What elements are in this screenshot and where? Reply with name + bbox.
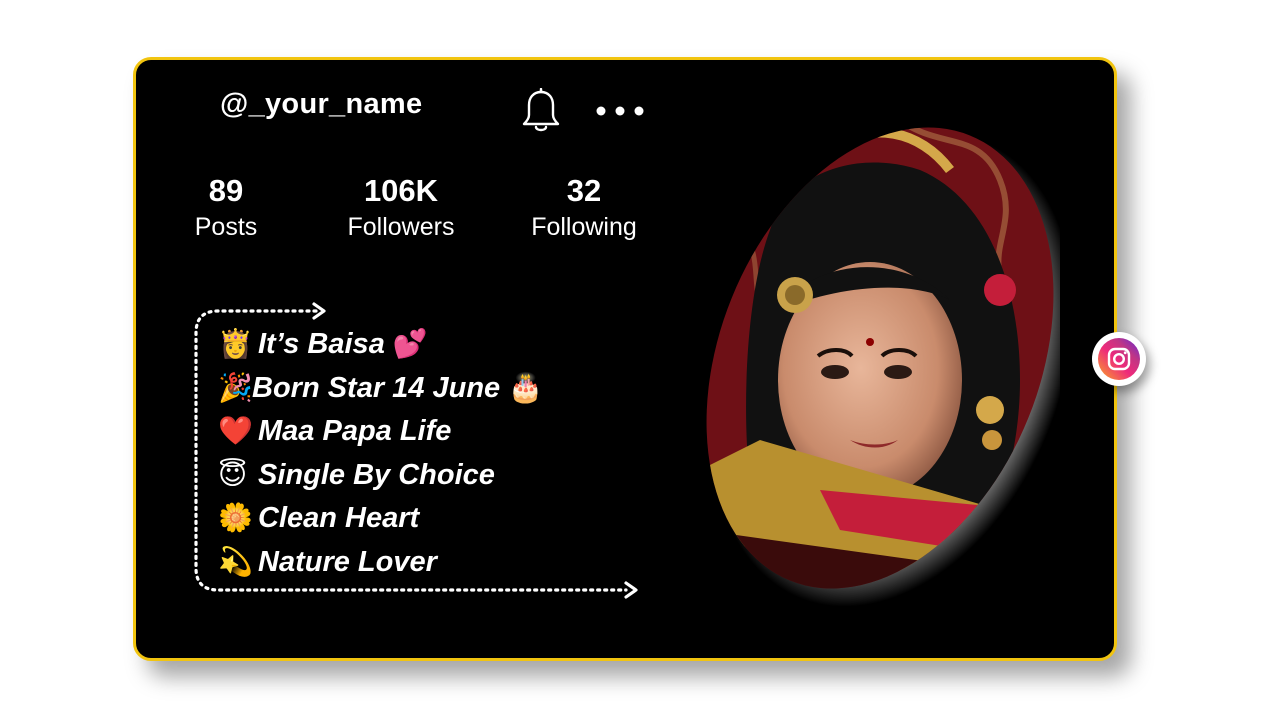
bio-line-text: Single By Choice bbox=[258, 458, 495, 491]
bio: 👸 It’s Baisa 💕 🎉Born Star 14 June 🎂 ❤️ Maa… bbox=[218, 322, 548, 583]
stat-followers-value: 106K bbox=[363, 173, 439, 208]
instagram-button[interactable] bbox=[1092, 332, 1146, 386]
birthday-cake-emoji-icon: 🎂 bbox=[508, 370, 544, 404]
bio-line: 👸 It’s Baisa 💕 bbox=[218, 322, 548, 366]
stat-posts-value: 89 bbox=[208, 173, 244, 208]
bio-line-text: It’s Baisa bbox=[258, 328, 385, 360]
halo-face-emoji-icon: 😇 bbox=[218, 457, 248, 491]
red-heart-emoji-icon: ❤️ bbox=[218, 414, 253, 447]
bio-line: 😇 Single By Choice bbox=[218, 453, 548, 497]
username[interactable]: @_your_name bbox=[220, 88, 422, 121]
bio-line-text: Maa Papa Life bbox=[258, 415, 452, 447]
bell-icon[interactable] bbox=[520, 88, 562, 134]
two-hearts-emoji-icon: 💕 bbox=[392, 327, 428, 360]
princess-emoji-icon: 👸 bbox=[218, 327, 253, 360]
stage: @_your_name 89 Posts 106K Followers 32 F… bbox=[0, 0, 1280, 720]
stat-following-value: 32 bbox=[566, 173, 602, 208]
stat-posts-label: Posts bbox=[194, 213, 258, 241]
bio-line: ❤️ Maa Papa Life bbox=[218, 409, 548, 453]
stat-followers[interactable]: 106K Followers bbox=[316, 172, 486, 244]
stat-following-label: Following bbox=[531, 213, 637, 241]
stat-posts[interactable]: 89 Posts bbox=[141, 172, 311, 244]
instagram-icon bbox=[1098, 338, 1140, 380]
profile-photo[interactable] bbox=[700, 110, 1060, 610]
dizzy-star-emoji-icon: 💫 bbox=[218, 544, 253, 578]
blossom-emoji-icon: 🌼 bbox=[218, 501, 253, 534]
bio-line: 🌼 Clean Heart bbox=[218, 496, 548, 540]
bio-line: 🎉Born Star 14 June 🎂 bbox=[218, 366, 548, 410]
bio-line: 💫 Nature Lover bbox=[218, 540, 548, 584]
party-popper-emoji-icon: 🎉 bbox=[218, 370, 253, 404]
more-options-icon[interactable] bbox=[592, 100, 648, 122]
stat-followers-label: Followers bbox=[347, 213, 455, 241]
bio-line-text: Nature Lover bbox=[258, 545, 437, 578]
bio-line-text: Born Star 14 June bbox=[252, 371, 501, 404]
stat-following[interactable]: 32 Following bbox=[499, 172, 669, 244]
bio-line-text: Clean Heart bbox=[258, 502, 420, 534]
